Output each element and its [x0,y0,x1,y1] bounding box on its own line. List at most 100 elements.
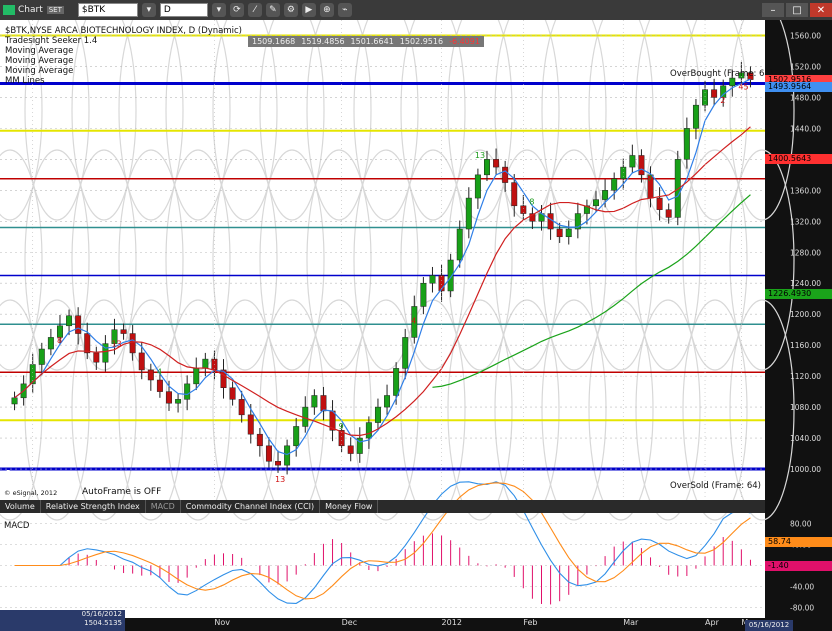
symbol-field[interactable]: $BTK [77,3,138,17]
candle-up [611,178,618,191]
symbol-menu-icon[interactable]: ▾ [141,3,156,17]
y-tick-label: 1120.00 [790,372,821,381]
ohlc-change: -6.4091 [449,37,480,46]
candle-down [229,387,236,400]
autoframe-label: AutoFrame is OFF [82,487,162,497]
x-tick-label: Dec [342,618,357,627]
y-tick-label: 1440.00 [790,124,821,133]
candle-up [202,358,209,369]
candle-up [365,422,372,439]
set-badge[interactable]: SET [46,6,64,14]
interval-field[interactable]: D [159,3,208,17]
candle-down [166,391,172,404]
candle-up [11,397,18,405]
tab-macd[interactable]: MACD [146,500,181,513]
p-marker: P [6,469,11,478]
candle-up [602,190,609,200]
date-tag-left: 05/16/2012 1504.5135 [0,610,125,631]
candle-up [474,174,481,199]
macd-y-tick: -80.00 [790,604,814,613]
macd-y-tick: -40.00 [790,583,814,592]
candle-up [402,337,409,369]
candle-up [311,395,318,408]
refresh-icon[interactable]: ⟳ [229,3,244,17]
y-tick-label: 1160.00 [790,341,821,350]
candle-up [38,348,45,365]
price-tag-ma-slow: 1226.4930 [765,288,832,299]
y-tick-label: 1000.00 [790,465,821,474]
price-chart[interactable]: 8 13 4 13 9 4 13 8 7 2 45 1000.00 1040.00 1080.00 112… [0,20,832,631]
x-tick-label: Apr [705,618,720,627]
tab-money-flow[interactable]: Money Flow [320,500,379,513]
seeker-count: 4 [411,316,416,325]
seeker-count: 13 [275,475,285,484]
y-tick-label: 1200.00 [790,310,821,319]
y-tick-label: 1080.00 [790,403,821,412]
candle-up [465,197,472,230]
candle-up [629,155,636,168]
interval-menu-icon[interactable]: ▾ [211,3,226,17]
study-ma-2: Moving Average [5,56,74,66]
y-tick-label: 1240.00 [790,279,821,288]
x-tick-label: 2012 [442,618,462,627]
candle-down [711,89,718,98]
candle-up [193,368,200,385]
ohlc-header: 1509.1668 1519.4856 1501.6641 1502.9516 … [248,36,484,47]
candle-down [156,379,163,392]
date-tag-right: 05/16/2012 [745,620,793,631]
tab-volume[interactable]: Volume [0,500,41,513]
pencil-icon[interactable]: ✎ [265,3,280,17]
x-tick-label: Mar [623,618,639,627]
candle-up [284,445,291,466]
candle-down [120,329,127,334]
candle-up [420,282,427,307]
seeker-count: 4 [157,368,162,377]
y-tick-label: 1360.00 [790,186,821,195]
draw-line-icon[interactable]: ⁄ [247,3,262,17]
candle-up [484,159,490,176]
settings-icon[interactable]: ⚙ [283,3,298,17]
toolbar: Chart SET $BTK ▾ D ▾ ⟳ ⁄ ✎ ⚙ ▶ ⊕ ⌁ – □ ✕ [0,0,832,21]
ohlc-open: 1509.1668 [252,37,296,46]
link-icon[interactable]: ⌁ [337,3,352,17]
candle-up [384,395,391,408]
minimize-button[interactable]: – [762,3,784,17]
x-tick-label: Nov [214,618,230,627]
oversold-label: OverSold (Frame: 64) [670,481,761,491]
seeker-count: 8 [529,197,534,206]
seeker-count: 8 [57,336,62,345]
candle-down [547,213,554,230]
candle-up [47,337,54,350]
candle-down [347,445,354,454]
candle-down [493,159,500,168]
play-icon[interactable]: ▶ [301,3,316,17]
chart-app-label: Chart SET [3,3,64,17]
maximize-button[interactable]: □ [786,3,808,17]
candle-up [429,275,436,284]
zoom-icon[interactable]: ⊕ [319,3,334,17]
tab-cci[interactable]: Commodity Channel Index (CCI) [181,500,321,513]
candle-down [320,395,327,412]
close-button[interactable]: ✕ [810,3,832,17]
price-panel [0,20,765,500]
y-tick-label: 1560.00 [790,31,821,40]
y-tick-label: 1320.00 [790,217,821,226]
macd-tag-signal: 58.74 [765,536,832,547]
candle-down [511,182,518,207]
y-tick-label: 1520.00 [790,62,821,71]
ohlc-low: 1501.6641 [350,37,394,46]
seeker-count: 45 [738,83,748,92]
y-tick-label: 1040.00 [790,434,821,443]
tab-rsi[interactable]: Relative Strength Index [41,500,146,513]
candle-down [129,333,136,354]
candle-up [293,426,300,447]
seeker-count: 9 [339,422,344,431]
macd-tag-histogram: -1.40 [765,561,832,572]
study-seeker: Tradesight Seeker 1.4 [5,36,98,46]
macd-y-tick: 80.00 [790,520,812,529]
candle-up [692,104,699,129]
ohlc-last: 1502.9516 [399,37,444,46]
copyright-label: © eSignal, 2012 [4,489,58,497]
candle-down [247,414,254,435]
candle-down [238,399,245,416]
